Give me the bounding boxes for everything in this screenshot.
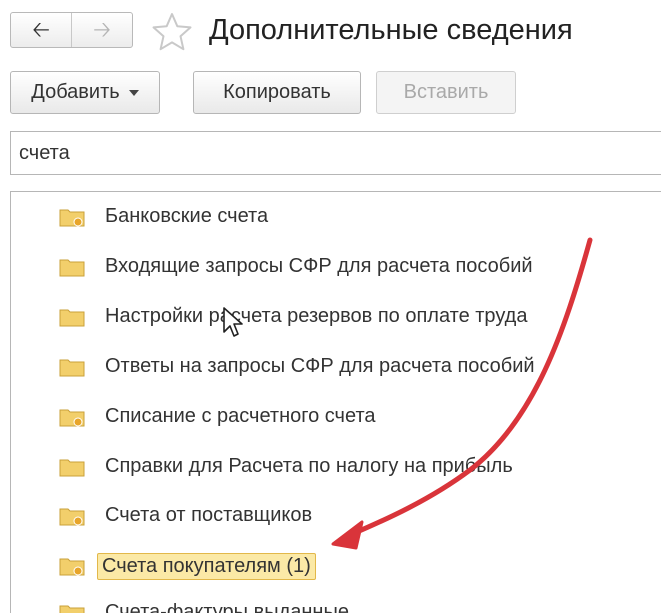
folder-icon	[59, 558, 85, 576]
list-item-label: Входящие запросы СФР для расчета пособий	[105, 255, 533, 277]
list-item-label: Счета-фактуры выданные	[105, 601, 349, 613]
list-item[interactable]: Банковские счета	[11, 198, 651, 234]
add-button[interactable]: Добавить	[10, 71, 160, 114]
list-item[interactable]: Настройки расчета резервов по оплате тру…	[11, 298, 651, 334]
page-title: Дополнительные сведения	[209, 14, 573, 46]
list-item-label: Счета от поставщиков	[105, 504, 313, 526]
window: 🡠 🡢 Дополнительные сведения Добавить Коп…	[0, 0, 661, 613]
folder-icon	[59, 259, 85, 277]
paste-button-label: Вставить	[403, 81, 489, 103]
back-button[interactable]: 🡠	[11, 13, 72, 47]
list-item-label: Счета покупателям (1)	[97, 553, 316, 580]
navigation-buttons: 🡠 🡢	[10, 12, 133, 48]
list-item-label: Настройки расчета резервов по оплате тру…	[105, 305, 528, 327]
list-item-selected[interactable]: Счета покупателям (1)	[11, 547, 651, 583]
folder-icon	[59, 359, 85, 377]
list-item[interactable]: Ответы на запросы СФР для расчета пособи…	[11, 348, 651, 384]
arrow-right-icon: 🡢	[93, 17, 111, 42]
copy-button[interactable]: Копировать	[193, 71, 361, 114]
paste-button[interactable]: Вставить	[376, 71, 516, 114]
folder-icon	[59, 508, 85, 526]
forward-button[interactable]: 🡢	[72, 13, 132, 47]
star-outline-icon[interactable]	[150, 10, 194, 54]
folder-icon	[59, 459, 85, 477]
items-list: Банковские счета Входящие запросы СФР дл…	[10, 191, 661, 613]
folder-icon	[59, 309, 85, 327]
list-item-label: Банковские счета	[105, 205, 269, 227]
list-item[interactable]: Входящие запросы СФР для расчета пособий	[11, 248, 651, 284]
arrow-left-icon: 🡠	[32, 17, 50, 42]
search-input[interactable]	[10, 131, 661, 175]
chevron-down-icon	[128, 89, 139, 96]
folder-icon	[59, 409, 85, 427]
list-item[interactable]: Счета от поставщиков	[11, 497, 651, 533]
folder-icon	[59, 605, 85, 613]
folder-icon	[59, 209, 85, 227]
copy-button-label: Копировать	[223, 81, 331, 103]
list-item-label: Справки для Расчета по налогу на прибыль	[105, 455, 513, 477]
list-item-label: Списание с расчетного счета	[105, 405, 376, 427]
list-item[interactable]: Справки для Расчета по налогу на прибыль	[11, 448, 651, 484]
list-item[interactable]: Списание с расчетного счета	[11, 398, 651, 434]
mouse-cursor-icon	[223, 307, 243, 337]
list-item[interactable]: Счета-фактуры выданные	[11, 594, 651, 613]
add-button-label: Добавить	[31, 81, 120, 103]
list-item-label: Ответы на запросы СФР для расчета пособи…	[105, 355, 535, 377]
